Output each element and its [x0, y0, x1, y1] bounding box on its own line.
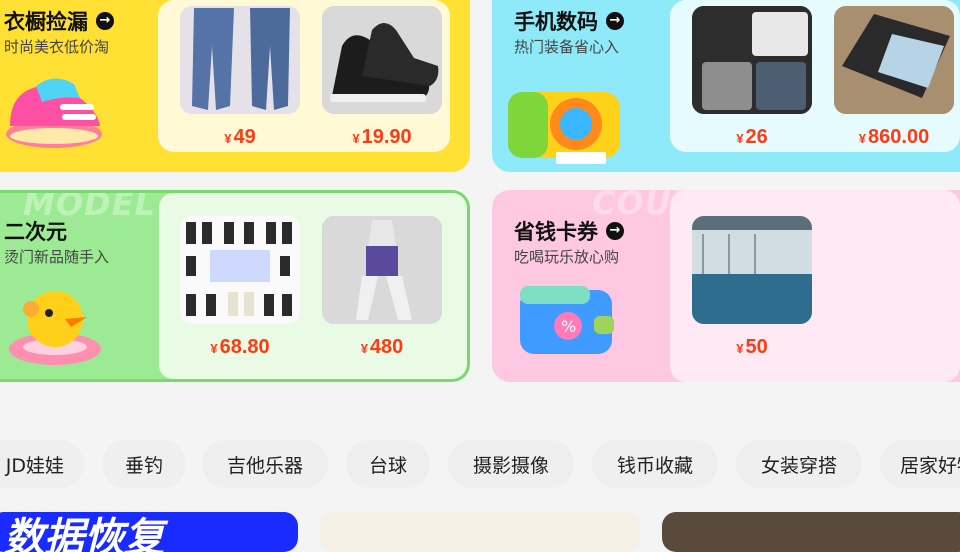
price-label: ¥49 — [224, 126, 256, 148]
price-label: ¥480 — [360, 336, 404, 358]
product-item[interactable]: ¥480 — [322, 216, 442, 359]
chip-item[interactable]: 钱币收藏 — [592, 440, 718, 488]
category-card-digital[interactable]: 手机数码 → 热门装备省心入 ¥26 ¥ 860.00 — [492, 0, 960, 172]
category-card-anime[interactable]: MODEL 二次元 烫门新品随手入 ¥68.80 ¥ 480 — [0, 190, 470, 382]
laptop-thumbnail — [834, 6, 954, 114]
boots-thumbnail — [180, 216, 300, 324]
price-label: ¥860.00 — [858, 126, 930, 148]
chip-item[interactable]: 摄影摄像 — [448, 440, 574, 488]
chip-item[interactable]: 台球 — [346, 440, 430, 488]
category-card-coupons[interactable]: COUPON 省钱卡券 → 吃喝玩乐放心购 % ¥50 — [492, 190, 960, 382]
promo-banner[interactable]: 数据恢复 — [0, 512, 298, 552]
card-title-text: 二次元 — [4, 220, 67, 244]
category-card-wardrobe[interactable]: 衣橱捡漏 → 时尚美衣低价淘 ¥49 ¥ 19.90 — [0, 0, 470, 172]
product-item[interactable]: ¥68.80 — [180, 216, 300, 359]
promo-banner[interactable] — [662, 512, 960, 552]
arrow-right-icon: → — [606, 222, 624, 240]
card-title-text: 省钱卡券 — [514, 220, 598, 244]
card-subtitle: 吃喝玩乐放心购 — [514, 248, 620, 266]
category-chips: JD娃娃 垂钓 吉他乐器 台球 摄影摄像 钱币收藏 女装穿搭 居家好物 — [0, 440, 960, 490]
duck-mascot-icon — [5, 279, 105, 373]
product-item[interactable]: ¥26 — [692, 6, 812, 149]
chip-item[interactable]: 居家好物 — [880, 440, 960, 488]
banner-text: 数据恢复 — [4, 515, 164, 552]
card-title: 衣橱捡漏 → — [4, 6, 114, 36]
product-item[interactable]: ¥49 — [180, 6, 300, 149]
sneakers-thumbnail — [322, 6, 442, 114]
chip-item[interactable]: 垂钓 — [102, 440, 186, 488]
card-title-text: 衣橱捡漏 — [4, 10, 88, 34]
arrow-right-icon: → — [606, 12, 624, 30]
pool-thumbnail — [692, 216, 812, 324]
price-label: ¥68.80 — [210, 336, 270, 358]
product-item[interactable]: ¥50 — [692, 216, 812, 359]
sneaker-mascot-icon — [2, 68, 112, 154]
electronics-thumbnail — [692, 6, 812, 114]
card-title: 手机数码 → — [514, 6, 624, 36]
card-subtitle: 热门装备省心入 — [514, 38, 620, 56]
wallet-mascot-icon: % — [516, 282, 620, 364]
figure-thumbnail — [322, 216, 442, 324]
jeans-thumbnail — [180, 6, 300, 114]
product-item[interactable]: ¥19.90 — [322, 6, 442, 149]
chip-item[interactable]: JD娃娃 — [0, 440, 84, 488]
arrow-right-icon: → — [96, 12, 114, 30]
card-subtitle: 烫门新品随手入 — [4, 248, 110, 266]
card-subtitle: 时尚美衣低价淘 — [4, 38, 110, 56]
promo-banner[interactable] — [320, 512, 640, 552]
product-item[interactable]: ¥860.00 — [834, 6, 954, 149]
price-label: ¥26 — [736, 126, 768, 148]
card-title-text: 手机数码 — [514, 10, 598, 34]
price-label: ¥19.90 — [352, 126, 412, 148]
camera-mascot-icon — [504, 78, 628, 172]
chip-item[interactable]: 女装穿搭 — [736, 440, 862, 488]
card-title: 省钱卡券 → — [514, 216, 624, 246]
svg-text:%: % — [561, 317, 576, 336]
card-title: 二次元 — [4, 216, 67, 246]
price-label: ¥50 — [736, 336, 768, 358]
chip-item[interactable]: 吉他乐器 — [202, 440, 328, 488]
